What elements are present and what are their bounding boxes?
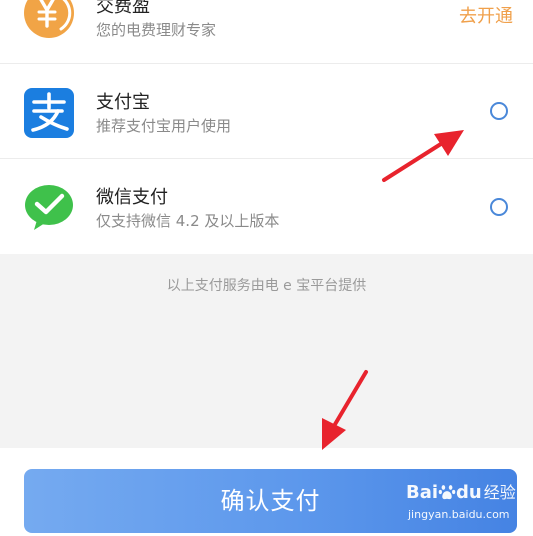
wechat-pay-icon bbox=[24, 182, 74, 232]
yen-coin-icon bbox=[24, 0, 74, 38]
watermark-brand-right: du bbox=[456, 482, 482, 503]
alipay-radio[interactable] bbox=[490, 102, 508, 120]
annotation-arrow-icon bbox=[322, 370, 368, 450]
alipay-icon bbox=[24, 88, 74, 138]
payment-option-title: 微信支付 bbox=[96, 187, 168, 208]
baidu-jingyan-watermark: Bai du 经验 jingyan.baidu.com bbox=[406, 478, 516, 526]
watermark-brand-left: Bai bbox=[406, 482, 439, 503]
watermark-brand: Bai du 经验 bbox=[406, 482, 516, 504]
activate-link[interactable]: 去开通 bbox=[459, 6, 513, 28]
payment-option-subtitle: 推荐支付宝用户使用 bbox=[96, 117, 232, 135]
payment-option-title: 交费盈 bbox=[96, 0, 150, 17]
payment-option-title: 支付宝 bbox=[96, 92, 150, 113]
payment-provider-notice: 以上支付服务由电 e 宝平台提供 bbox=[166, 278, 367, 294]
payment-option-subtitle: 仅支持微信 4.2 及以上版本 bbox=[96, 212, 280, 230]
wechat-radio[interactable] bbox=[490, 198, 508, 216]
watermark-suffix: 经验 bbox=[483, 483, 516, 502]
annotation-arrow-icon bbox=[382, 130, 464, 182]
baidu-paw-icon bbox=[438, 483, 456, 501]
payment-option-jiaofeiying[interactable]: 交费盈 您的电费理财专家 去开通 bbox=[0, 0, 533, 64]
payment-option-subtitle: 您的电费理财专家 bbox=[96, 21, 217, 39]
watermark-url: jingyan.baidu.com bbox=[408, 508, 510, 521]
